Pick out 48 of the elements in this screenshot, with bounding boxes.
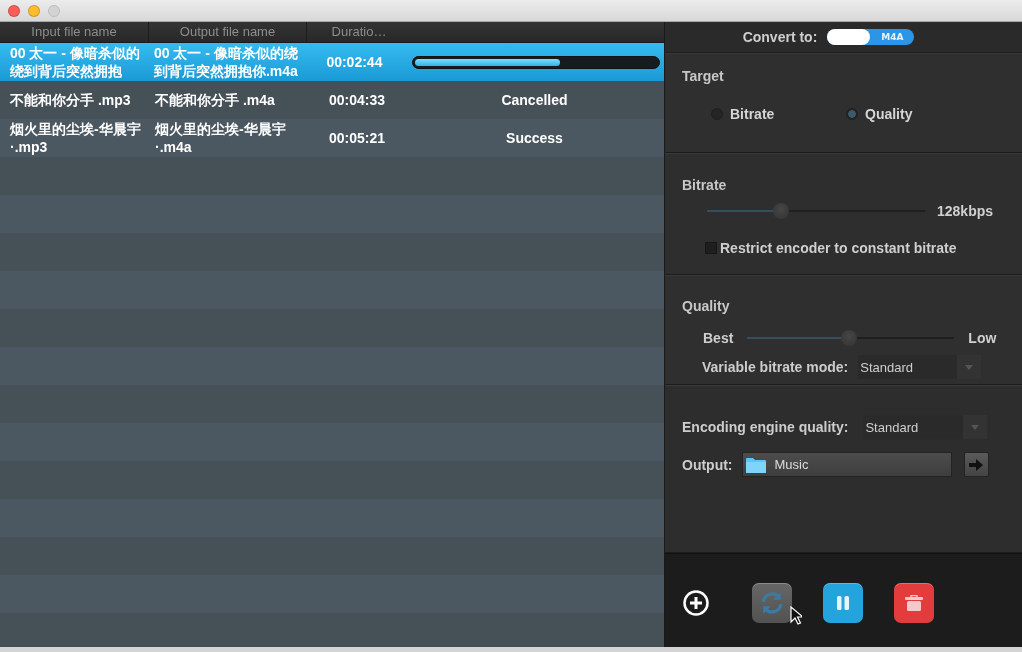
slider-thumb[interactable]	[840, 330, 857, 346]
bitrate-reading: 128kbps	[937, 203, 994, 219]
checkbox-option[interactable]: Restrict encoder to constant bitrate	[682, 239, 957, 257]
plus-circle-icon	[683, 589, 709, 616]
input-file-cell-text: 烟火里的尘埃-华晨宇 ·.mp3	[9, 120, 142, 156]
convert-to-label: Convert to:	[742, 29, 818, 45]
encoding-quality-dropdown[interactable]: Standard	[863, 415, 988, 439]
trash-icon	[905, 594, 923, 611]
section-title: Target	[682, 67, 724, 85]
open-output-button[interactable]	[963, 452, 989, 477]
pause-button[interactable]	[823, 582, 863, 623]
slider-min-label: Best	[703, 330, 734, 346]
column-header[interactable]: Input file name	[0, 22, 149, 42]
input-file-cell-text: 00 太一 - 像暗杀似的绕到背后突然拥抱	[9, 44, 141, 80]
pause-icon	[836, 595, 850, 610]
toggle-knob	[827, 29, 871, 45]
refresh-icon	[759, 589, 785, 616]
column-header[interactable]: Output file name	[149, 22, 307, 42]
close-window-button[interactable]	[8, 4, 20, 17]
status-cell: Cancelled	[501, 91, 568, 109]
vbr-mode-dropdown[interactable]: Standard	[858, 355, 982, 379]
mouse-pointer-icon	[790, 606, 802, 625]
duration-cell-text: 00:05:21	[327, 129, 386, 147]
duration-cell-text: 00:02:44	[325, 53, 384, 71]
minimize-window-button[interactable]	[28, 4, 40, 17]
column-header[interactable]: Duratio…	[307, 22, 411, 42]
add-button[interactable]	[683, 589, 709, 616]
section-title: Bitrate	[682, 176, 727, 194]
dropdown-arrow-icon	[971, 424, 980, 430]
vbr-mode-label: Variable bitrate mode:	[702, 359, 849, 375]
output-file-cell-text: 烟火里的尘埃-华晨宇 ·.m4a	[154, 120, 287, 156]
encoding-quality-label: Encoding engine quality:	[682, 419, 849, 435]
section-title: Quality	[682, 297, 730, 315]
output-folder-field[interactable]: Music	[741, 452, 952, 477]
slider-max-label: Low	[968, 330, 997, 346]
radio-option[interactable]: Bitrate	[711, 105, 846, 123]
duration-cell-text: 00:04:33	[327, 91, 386, 109]
dropdown-arrow-icon	[965, 364, 974, 370]
input-file-cell-text: 不能和你分手 .mp3	[9, 91, 132, 109]
output-label: Output:	[682, 456, 733, 473]
output-file-cell-text: 00 太一 - 像暗杀似的绕到背后突然拥抱你.m4a	[152, 44, 299, 80]
slider-thumb[interactable]	[773, 203, 790, 219]
stop-button[interactable]	[894, 582, 934, 623]
folder-icon	[745, 456, 766, 473]
output-file-cell-text: 不能和你分手 .m4a	[154, 91, 276, 109]
right-arrow-icon	[969, 458, 984, 471]
status-cell: Success	[506, 129, 563, 147]
radio-option[interactable]: Quality	[846, 105, 981, 123]
